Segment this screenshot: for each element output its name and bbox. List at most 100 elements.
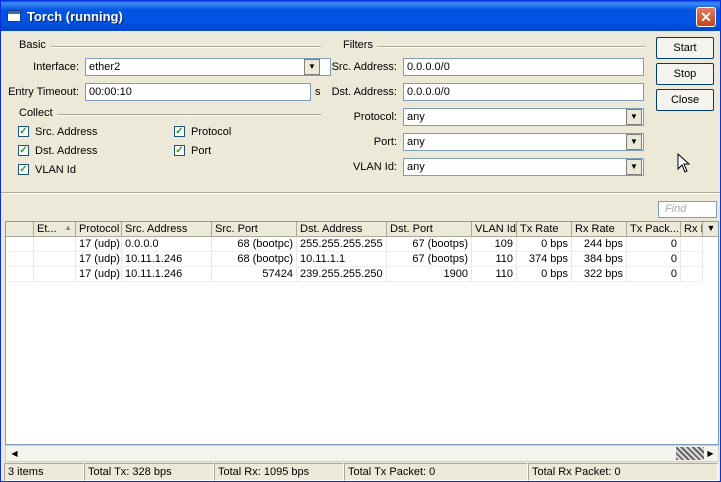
table-cell-dst-address: 255.255.255.255	[297, 237, 387, 252]
sort-ascending-icon: ▲	[64, 223, 72, 232]
filter-vlan-id-label: VLAN Id:	[352, 161, 397, 173]
table-cell-rx-packet	[681, 252, 703, 267]
table-cell-dst-port: 1900	[387, 267, 472, 282]
table-cell-vlan-id: 109	[472, 237, 517, 252]
collect-divider	[57, 114, 321, 116]
table-cell-vlan-id: 110	[472, 267, 517, 282]
filters-divider	[377, 46, 645, 48]
filter-src-address-input[interactable]: 0.0.0.0/0	[403, 58, 644, 76]
column-menu-dropdown-icon[interactable]: ▼	[703, 222, 718, 237]
mouse-cursor-icon	[677, 153, 691, 173]
timeout-unit: s	[315, 86, 321, 98]
collect-protocol-label: Protocol	[191, 126, 232, 138]
status-total-tx: Total Tx: 328 bps	[84, 463, 214, 481]
filter-protocol-select[interactable]: any	[403, 108, 644, 126]
table-cell-rx-packet	[681, 237, 703, 252]
table-cell-dst-port: 67 (bootps)	[387, 252, 472, 267]
table-cell-rx-packet	[681, 267, 703, 282]
table-cell-src-address: 10.11.1.246	[122, 267, 212, 282]
section-separator	[1, 192, 720, 194]
entry-timeout-input[interactable]: 00:00:10	[85, 83, 311, 101]
collect-protocol-checkbox[interactable]: ✓	[174, 126, 185, 137]
collect-vlan-id-label: VLAN Id	[35, 164, 76, 176]
checkmark-icon: ✓	[19, 145, 28, 156]
column-header-protocol[interactable]: Protocol	[76, 222, 122, 237]
filters-group-label: Filters	[343, 39, 373, 51]
table-cell-src-address: 0.0.0.0	[122, 237, 212, 252]
dropdown-arrow-icon[interactable]: ▼	[626, 109, 642, 125]
table-cell-protocol: 17 (udp)	[76, 267, 122, 282]
dropdown-arrow-icon[interactable]: ▼	[626, 159, 642, 175]
filter-port-select[interactable]: any	[403, 133, 644, 151]
table-row[interactable]	[6, 267, 34, 282]
collect-src-address-label: Src. Address	[35, 126, 98, 138]
collect-port-label: Port	[191, 145, 212, 157]
checkmark-icon: ✓	[175, 145, 184, 156]
table-cell-ethernet	[34, 267, 76, 282]
table-cell-dst-port: 67 (bootps)	[387, 237, 472, 252]
status-item-count: 3 items	[4, 463, 84, 481]
close-window-button[interactable]: ✕	[696, 7, 716, 27]
collect-dst-address-checkbox[interactable]: ✓	[18, 145, 29, 156]
column-header-vlan-id[interactable]: VLAN Id	[472, 222, 517, 237]
scroll-right-icon[interactable]: ▶	[703, 446, 718, 461]
table-cell-tx-rate: 374 bps	[517, 252, 572, 267]
filter-src-address-label: Src. Address:	[331, 61, 397, 73]
table-cell-dst-address: 10.11.1.1	[297, 252, 387, 267]
table-cell-tx-packet: 0	[627, 252, 681, 267]
column-header-dst-port[interactable]: Dst. Port	[387, 222, 472, 237]
column-header-src-port[interactable]: Src. Port	[212, 222, 297, 237]
title-bar[interactable]: Torch (running) ✕	[1, 1, 720, 31]
start-button[interactable]: Start	[656, 37, 714, 59]
interface-label: Interface:	[33, 61, 79, 73]
horizontal-scrollbar[interactable]: ◀ ▶	[5, 445, 719, 462]
checkmark-icon: ✓	[175, 126, 184, 137]
scroll-left-icon[interactable]: ◀	[7, 446, 22, 461]
column-header-ethernet[interactable]: Et... ▲	[34, 222, 76, 237]
table-cell-tx-rate: 0 bps	[517, 237, 572, 252]
window-title: Torch (running)	[27, 9, 123, 24]
collect-src-address-checkbox[interactable]: ✓	[18, 126, 29, 137]
collect-port-checkbox[interactable]: ✓	[174, 145, 185, 156]
column-header-rx-packet[interactable]: Rx I	[681, 222, 703, 237]
collect-dst-address-label: Dst. Address	[35, 145, 98, 157]
table-cell-dst-address: 239.255.255.250	[297, 267, 387, 282]
interface-select[interactable]: ether2	[85, 58, 331, 76]
traffic-table: Et... ▲ Protocol Src. Address Src. Port D…	[5, 221, 719, 445]
close-button[interactable]: Close	[656, 89, 714, 111]
column-header-tx-packet[interactable]: Tx Pack...	[627, 222, 681, 237]
column-header-src-address[interactable]: Src. Address	[122, 222, 212, 237]
table-cell-protocol: 17 (udp)	[76, 237, 122, 252]
basic-group-label: Basic	[19, 39, 46, 51]
dropdown-arrow-icon[interactable]: ▼	[304, 59, 320, 75]
column-header-rx-rate[interactable]: Rx Rate	[572, 222, 627, 237]
checkmark-icon: ✓	[19, 164, 28, 175]
checkmark-icon: ✓	[19, 126, 28, 137]
column-header-row-marker	[6, 222, 34, 237]
entry-timeout-label: Entry Timeout:	[8, 86, 79, 98]
filter-dst-address-label: Dst. Address:	[331, 86, 397, 98]
table-cell-src-address: 10.11.1.246	[122, 252, 212, 267]
collect-group-label: Collect	[19, 107, 53, 119]
column-header-dst-address[interactable]: Dst. Address	[297, 222, 387, 237]
status-total-rx-packet: Total Rx Packet: 0	[528, 463, 718, 481]
scrollbar-thumb[interactable]	[676, 447, 704, 460]
table-cell-tx-packet: 0	[627, 267, 681, 282]
table-cell-rx-rate: 384 bps	[572, 252, 627, 267]
column-header-tx-rate[interactable]: Tx Rate	[517, 222, 572, 237]
status-total-tx-packet: Total Tx Packet: 0	[344, 463, 528, 481]
table-cell-src-port: 57424	[212, 267, 297, 282]
collect-vlan-id-checkbox[interactable]: ✓	[18, 164, 29, 175]
table-row[interactable]	[6, 237, 34, 252]
find-input[interactable]: Find	[658, 201, 717, 218]
filter-dst-address-input[interactable]: 0.0.0.0/0	[403, 83, 644, 101]
close-icon: ✕	[700, 9, 712, 25]
table-cell-rx-rate: 244 bps	[572, 237, 627, 252]
window-icon	[7, 10, 21, 22]
stop-button[interactable]: Stop	[656, 63, 714, 85]
table-cell-tx-packet: 0	[627, 237, 681, 252]
table-row[interactable]	[6, 252, 34, 267]
dropdown-arrow-icon[interactable]: ▼	[626, 134, 642, 150]
status-total-rx: Total Rx: 1095 bps	[214, 463, 344, 481]
filter-vlan-id-select[interactable]: any	[403, 158, 644, 176]
